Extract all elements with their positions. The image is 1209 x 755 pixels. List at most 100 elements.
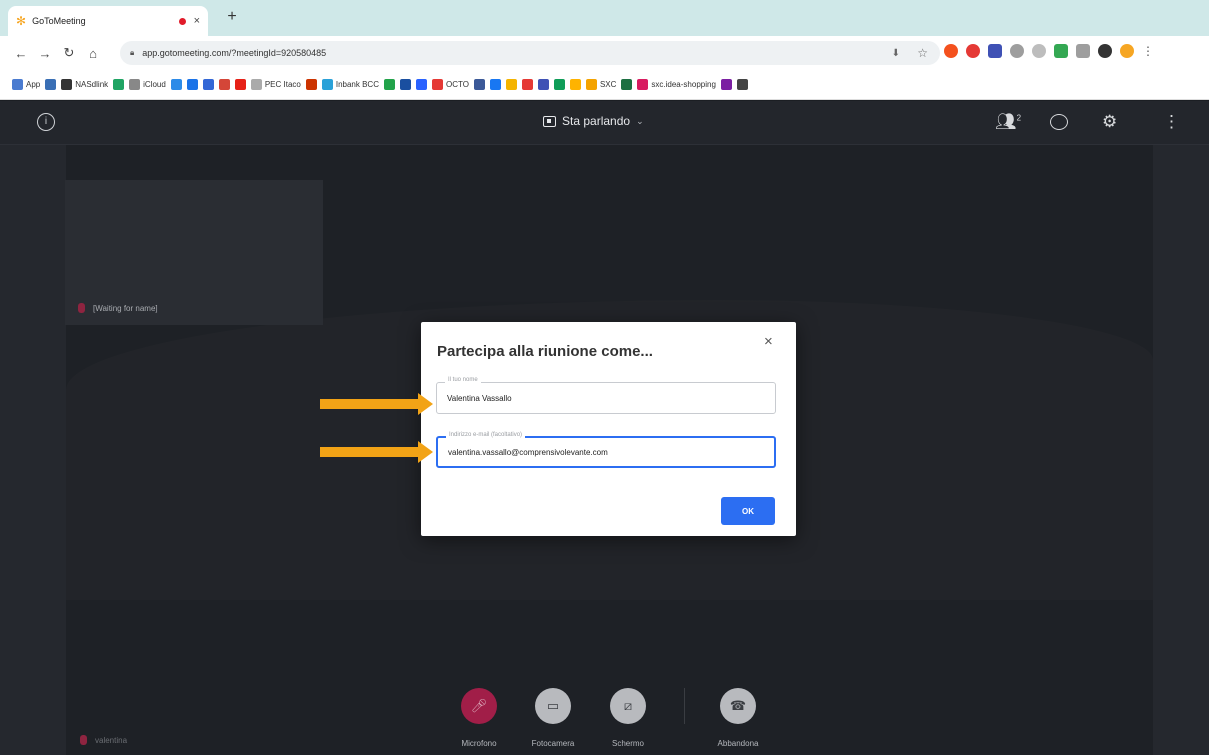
extension-icon[interactable] <box>944 44 958 58</box>
bookmark-item[interactable] <box>720 79 732 90</box>
bookmark-item[interactable] <box>170 79 182 90</box>
participants-icon[interactable]: 👥︎2 <box>995 112 1021 132</box>
bookmark-item[interactable]: SXC <box>585 79 617 90</box>
chrome-menu-icon[interactable]: ⋮ <box>1142 44 1154 58</box>
bookmark-item[interactable] <box>537 79 549 90</box>
tab-title: GoToMeeting <box>32 16 86 26</box>
bookmark-favicon-icon <box>399 79 411 90</box>
ok-button[interactable]: OK <box>721 497 775 525</box>
reload-icon[interactable]: ↻ <box>58 45 80 61</box>
self-name-text: valentina <box>95 735 128 745</box>
bookmark-favicon-icon <box>585 79 597 90</box>
bookmark-item[interactable] <box>45 79 57 90</box>
screen-share-button[interactable]: ⧄ <box>610 688 646 724</box>
bookmark-item[interactable] <box>569 79 581 90</box>
bookmark-favicon-icon <box>415 79 427 90</box>
extension-icon[interactable] <box>1054 44 1068 58</box>
bookmark-favicon-icon <box>129 79 141 90</box>
chat-icon[interactable] <box>1050 114 1068 130</box>
bookmark-item[interactable] <box>473 79 485 90</box>
voice-search-icon[interactable]: ⬇ <box>892 48 900 59</box>
address-bar[interactable]: 🔒︎ app.gotomeeting.com/?meetingId=920580… <box>120 41 940 65</box>
forward-icon[interactable]: → <box>34 46 56 61</box>
bookmark-label: NASdlink <box>75 80 109 89</box>
bookmark-item[interactable]: PEC Itaco <box>250 79 301 90</box>
bookmark-item[interactable] <box>305 79 317 90</box>
bookmarks-bar: App NASdlink iCloud PEC Itaco Inbank BCC OCTO… <box>0 70 1209 100</box>
browser-tab[interactable]: ✻ GoToMeeting × <box>8 6 208 36</box>
bookmark-item[interactable] <box>234 79 246 90</box>
bookmark-favicon-icon <box>305 79 317 90</box>
bookmark-label: sxc.idea-shopping <box>651 80 716 89</box>
dialog-title: Partecipa alla riunione come... <box>437 343 653 360</box>
bookmark-favicon-icon <box>431 79 443 90</box>
extension-icon[interactable] <box>1010 44 1024 58</box>
waiting-name-text: [Waiting for name] <box>93 303 158 313</box>
bookmark-item[interactable] <box>399 79 411 90</box>
bookmark-favicon-icon <box>537 79 549 90</box>
bookmark-item[interactable] <box>218 79 230 90</box>
bookmark-item[interactable] <box>113 79 125 90</box>
muted-mic-icon <box>80 735 87 745</box>
extension-icon[interactable] <box>1076 44 1090 58</box>
bookmark-favicon-icon <box>113 79 125 90</box>
name-field-value: Valentina Vassallo <box>447 394 512 403</box>
bookmark-favicon-icon <box>553 79 565 90</box>
bookmark-item[interactable] <box>521 79 533 90</box>
back-icon[interactable]: ← <box>10 46 32 61</box>
tab-close-button[interactable]: × <box>194 15 200 27</box>
name-field[interactable]: Il tuo nome Valentina Vassallo <box>436 377 776 414</box>
bookmark-favicon-icon <box>521 79 533 90</box>
puzzle-icon[interactable] <box>1098 44 1112 58</box>
bookmark-item[interactable]: sxc.idea-shopping <box>637 79 716 90</box>
hang-up-icon: ☎ <box>729 698 747 713</box>
bookmark-item[interactable] <box>736 79 748 90</box>
bookmark-item[interactable] <box>505 79 517 90</box>
leave-label: Abbandona <box>717 739 759 748</box>
email-field-value: valentina.vassallo@comprensivolevante.co… <box>448 448 608 457</box>
info-icon[interactable]: i <box>37 113 55 131</box>
lock-icon: 🔒︎ <box>130 48 135 57</box>
email-field[interactable]: Indirizzo e-mail (facoltativo) valentina… <box>436 432 776 468</box>
bookmark-item[interactable] <box>383 79 395 90</box>
bookmark-star-icon[interactable]: ☆ <box>917 46 928 60</box>
leave-button[interactable]: ☎ <box>720 688 756 724</box>
extension-icon[interactable] <box>988 44 1002 58</box>
bookmark-favicon-icon <box>621 79 633 90</box>
bookmark-item[interactable]: NASdlink <box>61 79 108 90</box>
annotation-arrow <box>320 441 433 463</box>
bookmark-item[interactable] <box>621 79 633 90</box>
bookmark-item[interactable]: Inbank BCC <box>321 79 379 90</box>
bookmark-label: PEC Itaco <box>264 80 301 89</box>
bookmark-item[interactable]: iCloud <box>129 79 166 90</box>
bookmark-favicon-icon <box>170 79 182 90</box>
bookmark-item[interactable] <box>186 79 198 90</box>
bookmark-favicon-icon <box>202 79 214 90</box>
bookmark-favicon-icon <box>736 79 748 90</box>
bookmark-item[interactable]: OCTO <box>431 79 469 90</box>
self-label: valentina <box>80 735 127 745</box>
bookmark-item[interactable]: App <box>12 79 40 90</box>
extension-icon[interactable] <box>1032 44 1046 58</box>
more-options-icon[interactable]: ⋮ <box>1163 112 1180 132</box>
gear-icon[interactable]: ⚙ <box>1102 112 1117 132</box>
camera-button[interactable]: ▭ <box>535 688 571 724</box>
profile-avatar[interactable] <box>1120 44 1134 58</box>
new-tab-button[interactable]: + <box>222 8 242 26</box>
bookmark-label: SXC <box>599 80 617 89</box>
view-mode-dropdown[interactable]: Sta parlando ⌄ <box>543 114 644 128</box>
bookmark-label: Inbank BCC <box>335 80 379 89</box>
bookmark-item[interactable] <box>553 79 565 90</box>
microphone-button[interactable]: 🎤︎ <box>461 688 497 724</box>
bookmark-item[interactable] <box>415 79 427 90</box>
bookmark-item[interactable] <box>202 79 214 90</box>
home-icon[interactable]: ⌂ <box>82 46 104 61</box>
close-icon[interactable]: × <box>764 333 773 350</box>
opera-icon[interactable] <box>966 44 980 58</box>
bookmark-favicon-icon <box>720 79 732 90</box>
bookmark-favicon-icon <box>12 79 23 90</box>
bookmark-item[interactable] <box>489 79 501 90</box>
email-field-label: Indirizzo e-mail (facoltativo) <box>446 432 526 438</box>
bookmark-favicon-icon <box>637 79 649 90</box>
mic-off-icon: 🎤︎ <box>470 698 488 713</box>
